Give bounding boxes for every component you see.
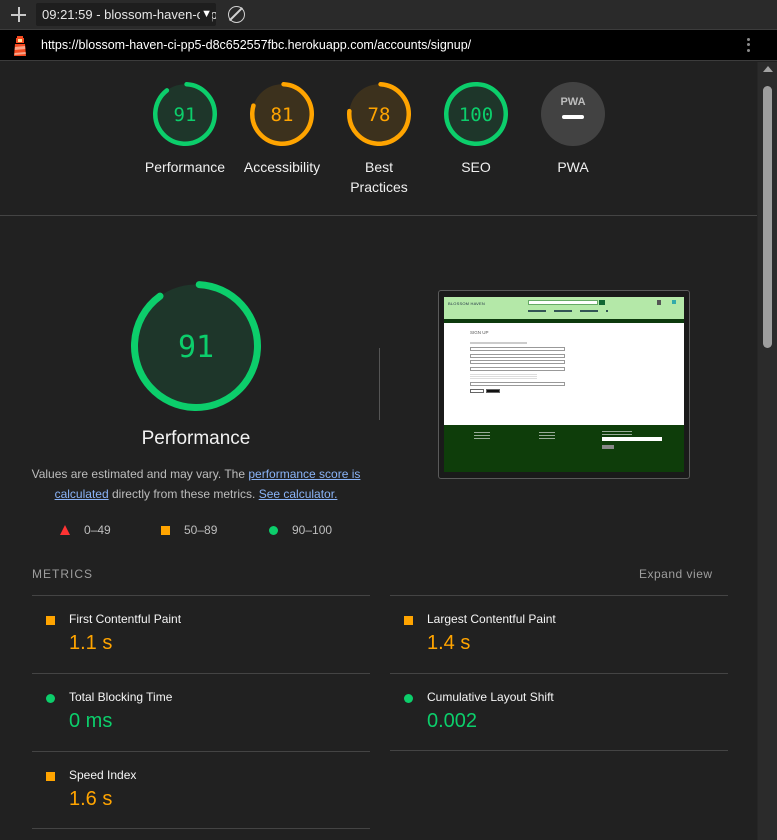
legend-fail: 0–49	[60, 523, 111, 537]
report-url: https://blossom-haven-ci-pp5-d8c652557fb…	[41, 38, 472, 52]
gauge-label: Best Practices	[350, 159, 408, 195]
legend-pass: 90–100	[269, 523, 332, 537]
gauge-pwa[interactable]: PWA PWA	[525, 81, 621, 177]
gauge-label: SEO	[461, 159, 491, 175]
metric-value: 1.1 s	[69, 632, 113, 654]
screenshot-account-icon	[657, 300, 661, 305]
legend-range: 90–100	[292, 523, 333, 537]
devtools-toolbar: 09:21:59 - blossom-haven-ci-p ▼	[0, 0, 777, 30]
pwa-badge-icon: PWA	[541, 82, 605, 146]
description-text: Values are estimated and may vary. The	[31, 467, 249, 481]
screenshot-field	[470, 382, 565, 386]
screenshot-page: BLOSSOM HAVEN SIGN UP	[444, 297, 684, 472]
gauge-ring: 81	[250, 82, 314, 146]
report-selector-label: 09:21:59 - blossom-haven-ci-p	[42, 7, 216, 22]
circle-icon	[404, 694, 413, 703]
scrollbar[interactable]	[757, 62, 777, 840]
screenshot-search	[528, 300, 598, 305]
gauge-best-practices[interactable]: 78 Best Practices	[331, 81, 427, 197]
gauge-score: 78	[368, 104, 391, 126]
divider	[379, 348, 380, 420]
metric-value: 1.4 s	[427, 632, 471, 654]
screenshot-heading: SIGN UP	[470, 330, 489, 335]
gauge-label: Performance	[144, 159, 226, 175]
metric-first-contentful-paint: First Contentful Paint 1.1 s	[32, 595, 370, 673]
gauge-score: 81	[271, 104, 294, 126]
pwa-badge-text: PWA	[560, 96, 585, 108]
metrics-header: METRICS	[32, 567, 93, 581]
gauge-label: PWA	[557, 159, 589, 175]
scroll-up-arrow-icon[interactable]	[763, 66, 773, 72]
report-selector[interactable]: 09:21:59 - blossom-haven-ci-p ▼	[36, 3, 216, 26]
screenshot-field	[470, 353, 565, 358]
gauge-performance[interactable]: 91 Performance	[137, 81, 233, 177]
performance-title: Performance	[141, 428, 251, 449]
gauge-score: 91	[178, 330, 214, 365]
divider	[390, 750, 728, 751]
gauge-ring: 78	[347, 82, 411, 146]
metric-value: 0.002	[427, 710, 478, 732]
metric-value: 0 ms	[69, 710, 113, 732]
gauge-accessibility[interactable]: 81 Accessibility	[234, 81, 330, 177]
screenshot-logo: BLOSSOM HAVEN	[448, 301, 485, 306]
metric-name: Cumulative Layout Shift	[427, 690, 554, 704]
expand-view-button[interactable]: Expand view	[639, 567, 713, 581]
clear-reports-button[interactable]	[228, 6, 245, 23]
screenshot-field	[470, 347, 565, 351]
screenshot-footer	[444, 425, 684, 472]
description-text: directly from these metrics.	[108, 487, 259, 501]
lighthouse-icon	[14, 36, 26, 56]
triangle-icon	[60, 525, 70, 535]
circle-icon	[269, 525, 278, 535]
gauge-score: 91	[174, 104, 197, 126]
screenshot-search-icon	[599, 300, 605, 305]
new-report-button[interactable]	[8, 4, 30, 26]
screenshot-text	[470, 342, 527, 344]
screenshot-field	[470, 366, 565, 371]
gauge-seo[interactable]: 100 SEO	[428, 81, 524, 177]
gauge-label: Accessibility	[243, 159, 321, 175]
legend-range: 50–89	[184, 523, 218, 537]
square-icon	[46, 772, 55, 781]
report-content: 91 Performance 81 Accessibility 78 Best …	[0, 62, 757, 840]
screenshot-field	[470, 360, 565, 364]
metric-name: Total Blocking Time	[69, 690, 173, 704]
screenshot-banner	[444, 319, 684, 323]
metric-speed-index: Speed Index 1.6 s	[32, 751, 370, 829]
metric-total-blocking-time: Total Blocking Time 0 ms	[32, 673, 370, 751]
report-url-bar: https://blossom-haven-ci-pp5-d8c652557fb…	[0, 30, 777, 61]
screenshot-buttons	[470, 388, 565, 393]
scrollbar-thumb[interactable]	[763, 86, 772, 348]
square-icon	[46, 616, 55, 625]
square-icon	[404, 616, 413, 625]
metric-cumulative-layout-shift: Cumulative Layout Shift 0.002	[390, 673, 728, 751]
legend-average: 50–89	[161, 523, 217, 537]
square-icon	[161, 525, 170, 535]
see-calculator-link[interactable]: See calculator.	[259, 487, 338, 501]
screenshot-header: BLOSSOM HAVEN	[444, 297, 684, 319]
metric-value: 1.6 s	[69, 788, 113, 810]
metric-name: Speed Index	[69, 768, 137, 782]
gauge-score: 100	[459, 104, 493, 126]
screenshot-text	[470, 373, 537, 379]
performance-description: Values are estimated and may vary. The p…	[30, 464, 362, 504]
performance-gauge: 91	[131, 281, 261, 411]
metric-name: Largest Contentful Paint	[427, 612, 556, 626]
metric-name: First Contentful Paint	[69, 612, 182, 626]
dropdown-arrow-icon: ▼	[200, 3, 212, 26]
category-gauges: 91 Performance 81 Accessibility 78 Best …	[0, 62, 757, 216]
screenshot-nav	[528, 310, 608, 312]
divider	[32, 828, 370, 829]
circle-icon	[46, 694, 55, 703]
more-options-icon[interactable]	[744, 38, 752, 54]
final-screenshot[interactable]: BLOSSOM HAVEN SIGN UP	[438, 290, 690, 479]
gauge-ring: 91	[153, 82, 217, 146]
legend-range: 0–49	[84, 523, 111, 537]
screenshot-bag-icon	[672, 300, 676, 304]
metric-largest-contentful-paint: Largest Contentful Paint 1.4 s	[390, 595, 728, 673]
screenshot-form: SIGN UP	[470, 330, 565, 393]
gauge-ring: 100	[444, 82, 508, 146]
